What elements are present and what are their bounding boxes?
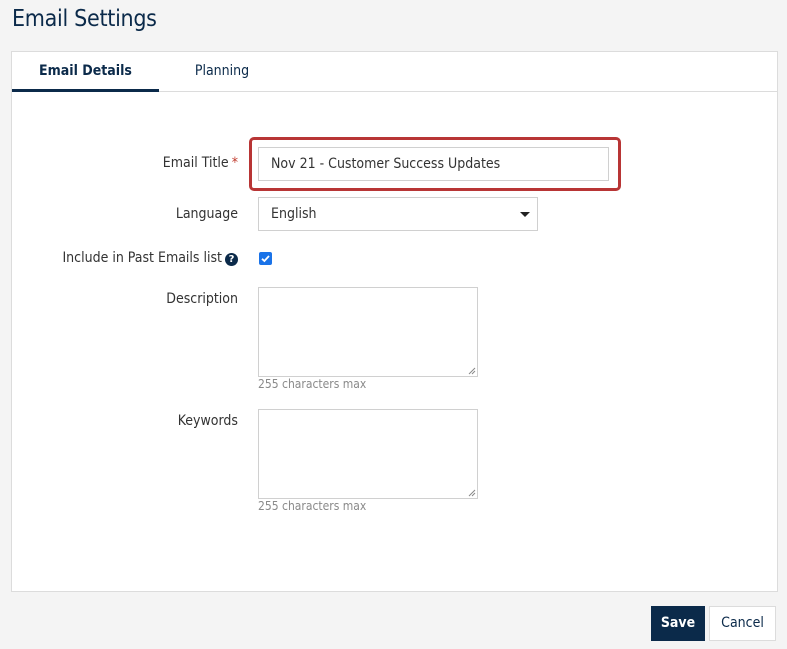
keywords-hint: 255 characters max: [258, 499, 367, 513]
tab-bar: Email Details Planning: [12, 52, 777, 92]
page-title: Email Settings: [12, 6, 157, 32]
language-selected-value: English: [271, 206, 317, 222]
tab-planning[interactable]: Planning: [159, 52, 285, 92]
keywords-textarea[interactable]: [258, 409, 478, 499]
email-title-label-text: Email Title: [162, 155, 229, 171]
language-label: Language: [175, 206, 238, 222]
settings-card: Email Details Planning Email Title* Lang…: [11, 51, 778, 592]
caret-down-icon: [520, 212, 530, 217]
include-past-label: Include in Past Emails list?: [62, 250, 238, 266]
cancel-button[interactable]: Cancel: [709, 606, 776, 641]
email-title-label: Email Title *: [163, 155, 238, 171]
description-hint: 255 characters max: [258, 377, 367, 391]
description-label: Description: [166, 291, 238, 307]
include-past-label-text: Include in Past Emails list: [62, 250, 222, 266]
required-marker: *: [231, 155, 238, 171]
language-select[interactable]: English: [258, 197, 538, 231]
email-title-input[interactable]: [258, 147, 609, 181]
description-textarea[interactable]: [258, 287, 478, 377]
keywords-label: Keywords: [177, 413, 238, 429]
save-button[interactable]: Save: [651, 606, 705, 641]
resize-grip-icon[interactable]: [468, 489, 476, 497]
checkmark-icon: [261, 255, 270, 263]
tab-email-details[interactable]: Email Details: [12, 52, 159, 92]
resize-grip-icon[interactable]: [468, 367, 476, 375]
help-icon[interactable]: ?: [225, 253, 238, 266]
include-past-checkbox[interactable]: [259, 252, 272, 265]
